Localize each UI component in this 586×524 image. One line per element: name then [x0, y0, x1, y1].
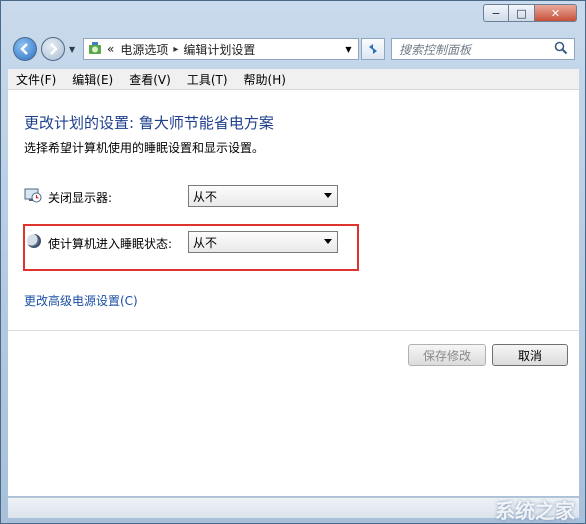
menu-edit[interactable]: 编辑(E) [64, 71, 121, 88]
address-dropdown[interactable]: ▼ [339, 38, 359, 60]
recent-pages-dropdown[interactable]: ▼ [69, 45, 75, 54]
display-off-select[interactable]: 从不 [188, 185, 338, 207]
cancel-button[interactable]: 取消 [492, 344, 568, 366]
menu-view[interactable]: 查看(V) [121, 71, 179, 88]
back-button[interactable] [13, 37, 37, 61]
page-title: 更改计划的设置: 鲁大师节能省电方案 [24, 114, 274, 132]
divider [8, 330, 579, 331]
breadcrumb-arrow: ▸ [173, 43, 179, 55]
maximize-button[interactable]: □ [509, 4, 535, 22]
status-bar [8, 497, 579, 518]
search-input[interactable]: 搜索控制面板 [391, 38, 575, 60]
save-changes-button[interactable]: 保存修改 [408, 344, 486, 366]
search-icon[interactable] [554, 41, 568, 55]
close-button[interactable]: ✕ [535, 4, 577, 22]
menu-tools[interactable]: 工具(T) [179, 71, 236, 88]
breadcrumb-power-options[interactable]: 电源选项 [120, 41, 168, 58]
caption-buttons: − □ ✕ [483, 4, 577, 22]
advanced-power-settings-link[interactable]: 更改高级电源设置(C) [24, 292, 138, 309]
forward-button[interactable] [41, 37, 65, 61]
control-panel-icon [89, 42, 101, 54]
forward-arrow-icon [50, 43, 58, 55]
navigation-bar: ▼ « 电源选项 ▸ 编辑计划设置 ▼ 搜索控制面板 [9, 35, 579, 63]
menu-bar: 文件(F) 编辑(E) 查看(V) 工具(T) 帮助(H) [8, 69, 579, 90]
highlight-annotation-box [23, 224, 359, 271]
minimize-button[interactable]: − [483, 4, 509, 22]
menu-file[interactable]: 文件(F) [8, 71, 64, 88]
watermark-text: 系统之家 [495, 499, 575, 523]
page-description: 选择希望计算机使用的睡眠设置和显示设置。 [24, 141, 265, 155]
monitor-clock-icon [24, 188, 42, 203]
content-pane: 更改计划的设置: 鲁大师节能省电方案 选择希望计算机使用的睡眠设置和显示设置。 … [8, 90, 579, 496]
chevron-down-icon [324, 193, 332, 198]
display-off-label: 关闭显示器: [48, 191, 113, 205]
menu-help[interactable]: 帮助(H) [236, 71, 294, 88]
back-arrow-icon [20, 43, 28, 55]
address-bar[interactable]: « 电源选项 ▸ 编辑计划设置 [83, 38, 353, 60]
refresh-button[interactable] [361, 38, 385, 60]
breadcrumb-edit-plan[interactable]: 编辑计划设置 [183, 41, 255, 58]
refresh-icon [369, 44, 377, 54]
display-off-value: 从不 [193, 189, 218, 204]
address-separator: « [107, 42, 115, 56]
control-panel-window: − □ ✕ ▼ « 电源选项 ▸ 编辑计划设置 ▼ 搜索控制面板 文件(F) 编… [0, 0, 586, 524]
